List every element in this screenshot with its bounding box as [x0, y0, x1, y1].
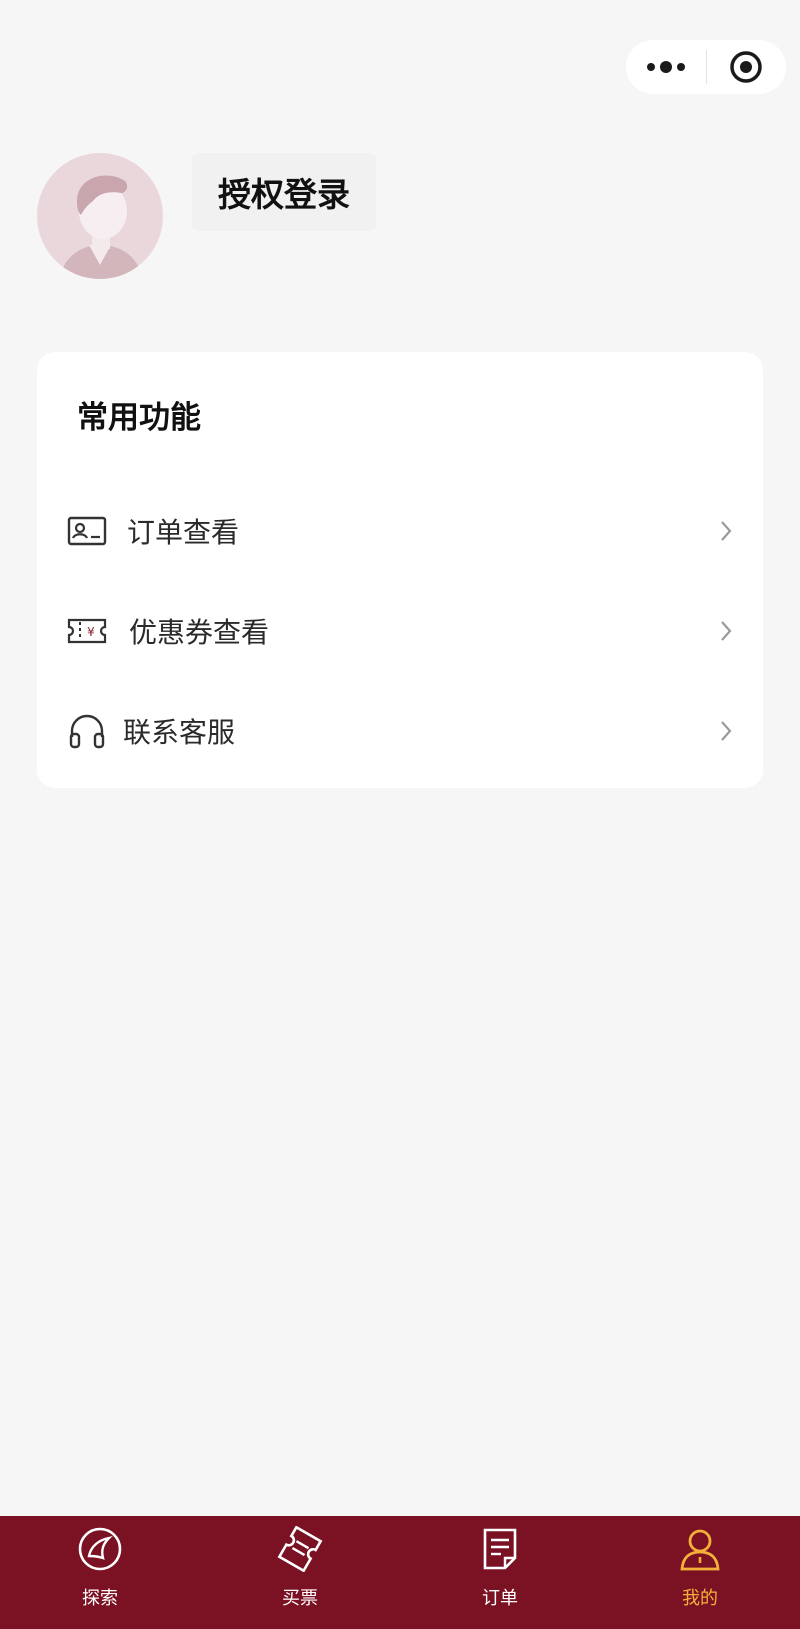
- tab-orders[interactable]: 订单: [400, 1516, 600, 1629]
- tab-bar: 探索 买票 订单 我的: [0, 1516, 800, 1629]
- menu-item-customer-service[interactable]: 联系客服: [37, 681, 763, 781]
- explore-globe-icon: [78, 1527, 122, 1571]
- more-dots-icon: [646, 61, 685, 73]
- order-doc-icon: [483, 1528, 517, 1570]
- user-avatar-icon: [59, 175, 143, 279]
- tab-mine[interactable]: 我的: [600, 1516, 800, 1629]
- coupon-icon: ¥: [67, 618, 107, 644]
- menu-item-orders[interactable]: 订单查看: [37, 481, 763, 581]
- close-button[interactable]: [707, 40, 787, 94]
- tab-explore[interactable]: 探索: [0, 1516, 200, 1629]
- svg-text:¥: ¥: [87, 625, 95, 639]
- menu-item-label: 优惠券查看: [129, 616, 270, 649]
- avatar[interactable]: [37, 153, 163, 279]
- chevron-right-icon: [721, 621, 732, 641]
- chevron-right-icon: [721, 521, 732, 541]
- chevron-right-icon: [721, 721, 732, 741]
- more-button[interactable]: [626, 40, 706, 94]
- tab-label: 买票: [282, 1588, 318, 1609]
- tab-label: 探索: [82, 1588, 118, 1609]
- common-functions-card: 常用功能 订单查看 ¥ 优惠券查看 联系客服: [37, 352, 763, 788]
- menu-item-label: 联系客服: [123, 716, 236, 749]
- card-title: 常用功能: [77, 400, 201, 436]
- tab-label: 我的: [682, 1588, 718, 1609]
- tab-buy-ticket[interactable]: 买票: [200, 1516, 400, 1629]
- ticket-icon: [277, 1526, 323, 1572]
- menu-item-label: 订单查看: [127, 516, 240, 549]
- person-icon: [680, 1529, 720, 1571]
- authorize-login-button[interactable]: 授权登录: [192, 153, 376, 231]
- target-circle-icon: [730, 51, 762, 83]
- mini-program-capsule: [626, 40, 786, 94]
- tab-label: 订单: [482, 1588, 518, 1609]
- id-card-icon: [67, 516, 107, 546]
- menu-item-coupons[interactable]: ¥ 优惠券查看: [37, 581, 763, 681]
- headset-icon: [69, 714, 105, 749]
